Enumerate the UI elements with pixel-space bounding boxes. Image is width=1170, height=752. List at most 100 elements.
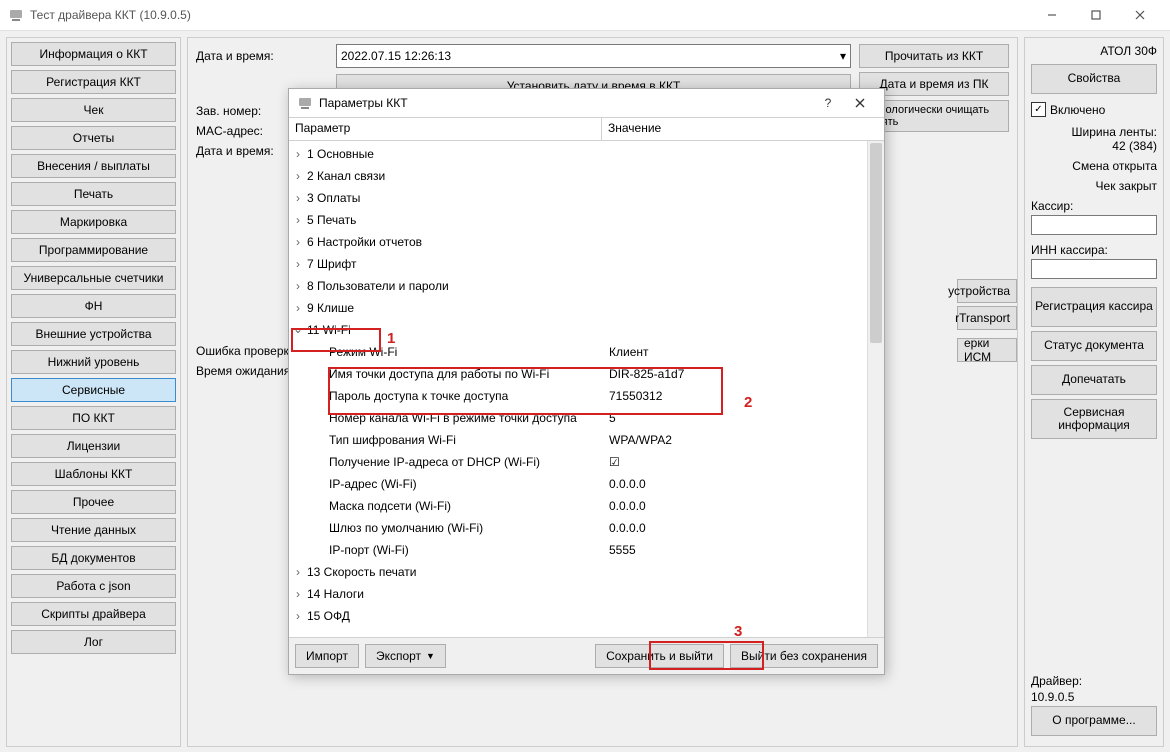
left-nav-button[interactable]: Чек [11,98,176,122]
help-button[interactable]: ? [812,91,844,115]
tree-group[interactable]: ›8 Пользователи и пароли [289,275,884,297]
tape-width-label: Ширина ленты: [1072,125,1157,139]
chevron-right-icon: › [289,213,307,227]
window-buttons [1030,1,1162,29]
param-name: Шлюз по умолчанию (Wi-Fi) [329,521,609,535]
partial-button-ism[interactable]: ерки ИСМ [957,338,1017,362]
chevron-right-icon: › [289,147,307,161]
left-nav-button[interactable]: Внесения / выплаты [11,154,176,178]
dialog-title: Параметры ККТ [319,96,812,110]
group-label: 13 Скорость печати [307,565,884,579]
tree-group[interactable]: ›3 Оплаты [289,187,884,209]
printer-icon [297,95,313,111]
left-nav-button[interactable]: Работа с json [11,574,176,598]
import-button[interactable]: Импорт [295,644,359,668]
print-more-button[interactable]: Допечатать [1031,365,1157,395]
about-button[interactable]: О программе... [1031,706,1157,736]
tree-group[interactable]: ›6 Настройки отчетов [289,231,884,253]
param-value: 0.0.0.0 [609,477,884,491]
scrollbar-thumb[interactable] [870,143,882,343]
left-nav-button[interactable]: Программирование [11,238,176,262]
param-tree[interactable]: ›1 Основные›2 Канал связи›3 Оплаты›5 Печ… [289,141,884,637]
export-button[interactable]: Экспорт▼ [365,644,446,668]
save-exit-button[interactable]: Сохранить и выйти [595,644,724,668]
param-value: 71550312 [609,389,884,403]
register-cashier-button[interactable]: Регистрация кассира [1031,287,1157,327]
param-name: Имя точки доступа для работы по Wi-Fi [329,367,609,381]
app-window: Тест драйвера ККТ (10.9.0.5) Информация … [0,0,1170,752]
tree-scrollbar[interactable] [867,141,884,637]
chevron-down-icon: ▾ [840,49,846,63]
partial-button-transport[interactable]: rTransport [957,306,1017,330]
tree-group[interactable]: ⌄11 Wi-Fi [289,319,884,341]
cashier-input[interactable] [1031,215,1157,235]
left-nav-button[interactable]: Информация о ККТ [11,42,176,66]
chevron-down-icon: ▼ [426,651,435,661]
maximize-button[interactable] [1074,1,1118,29]
left-nav-button[interactable]: БД документов [11,546,176,570]
left-nav-button[interactable]: Нижний уровень [11,350,176,374]
service-info-button[interactable]: Сервисная информация [1031,399,1157,439]
tree-group[interactable]: ›13 Скорость печати [289,561,884,583]
tree-group[interactable]: ›14 Налоги [289,583,884,605]
tree-row[interactable]: Шлюз по умолчанию (Wi-Fi)0.0.0.0 [289,517,884,539]
tree-row[interactable]: Маска подсети (Wi-Fi)0.0.0.0 [289,495,884,517]
partial-button-devices[interactable]: устройства [957,279,1017,303]
inn-input[interactable] [1031,259,1157,279]
left-nav-button[interactable]: Шаблоны ККТ [11,462,176,486]
tree-row[interactable]: Режим Wi-FiКлиент [289,341,884,363]
group-label: 15 ОФД [307,609,884,623]
left-nav-button[interactable]: Маркировка [11,210,176,234]
group-label: 8 Пользователи и пароли [307,279,884,293]
group-label: 6 Настройки отчетов [307,235,884,249]
left-nav-button[interactable]: Чтение данных [11,518,176,542]
tree-row[interactable]: Имя точки доступа для работы по Wi-FiDIR… [289,363,884,385]
minimize-button[interactable] [1030,1,1074,29]
left-nav-button[interactable]: Лицензии [11,434,176,458]
tree-row[interactable]: IP-адрес (Wi-Fi)0.0.0.0 [289,473,884,495]
inn-label: ИНН кассира: [1031,243,1157,257]
tree-row[interactable]: Пароль доступа к точке доступа71550312 [289,385,884,407]
tree-group[interactable]: ›2 Канал связи [289,165,884,187]
left-nav-button[interactable]: Регистрация ККТ [11,70,176,94]
tree-group[interactable]: ›7 Шрифт [289,253,884,275]
left-nav-button[interactable]: ФН [11,294,176,318]
group-label: 7 Шрифт [307,257,884,271]
left-nav-button[interactable]: Скрипты драйвера [11,602,176,626]
param-name: Пароль доступа к точке доступа [329,389,609,403]
left-nav-button[interactable]: Отчеты [11,126,176,150]
left-nav-button[interactable]: Печать [11,182,176,206]
tree-group[interactable]: ›9 Клише [289,297,884,319]
chevron-right-icon: › [289,609,307,623]
tree-row[interactable]: IP-порт (Wi-Fi)5555 [289,539,884,561]
close-button[interactable] [1118,1,1162,29]
kkt-params-dialog: Параметры ККТ ? Параметр Значение ›1 Осн… [288,88,885,675]
param-value: Клиент [609,345,884,359]
doc-status-button[interactable]: Статус документа [1031,331,1157,361]
driver-label: Драйвер: [1031,674,1157,688]
tree-row[interactable]: Номер канала Wi-Fi в режиме точки доступ… [289,407,884,429]
tree-row[interactable]: Получение IP-адреса от DHCP (Wi-Fi)☑ [289,451,884,473]
shift-status: Смена открыта [1031,159,1157,173]
tree-group[interactable]: ›15 ОФД [289,605,884,627]
left-nav-button[interactable]: Прочее [11,490,176,514]
group-label: 2 Канал связи [307,169,884,183]
dialog-close-button[interactable] [844,91,876,115]
tree-group[interactable]: ›5 Печать [289,209,884,231]
param-name: Маска подсети (Wi-Fi) [329,499,609,513]
tree-group[interactable]: ›1 Основные [289,143,884,165]
enabled-checkbox[interactable]: ✓ [1031,102,1046,117]
left-nav-button[interactable]: Сервисные [11,378,176,402]
left-nav-button[interactable]: Лог [11,630,176,654]
param-name: Номер канала Wi-Fi в режиме точки доступ… [329,411,609,425]
chevron-right-icon: › [289,191,307,205]
param-value: 5 [609,411,884,425]
tree-row[interactable]: Тип шифрования Wi-FiWPA/WPA2 [289,429,884,451]
properties-button[interactable]: Свойства [1031,64,1157,94]
left-nav-button[interactable]: Универсальные счетчики [11,266,176,290]
left-nav-button[interactable]: Внешние устройства [11,322,176,346]
exit-no-save-button[interactable]: Выйти без сохранения [730,644,878,668]
left-nav-button[interactable]: ПО ККТ [11,406,176,430]
read-from-kkt-button[interactable]: Прочитать из ККТ [859,44,1009,68]
datetime-field[interactable]: 2022.07.15 12:26:13 ▾ [336,44,851,68]
